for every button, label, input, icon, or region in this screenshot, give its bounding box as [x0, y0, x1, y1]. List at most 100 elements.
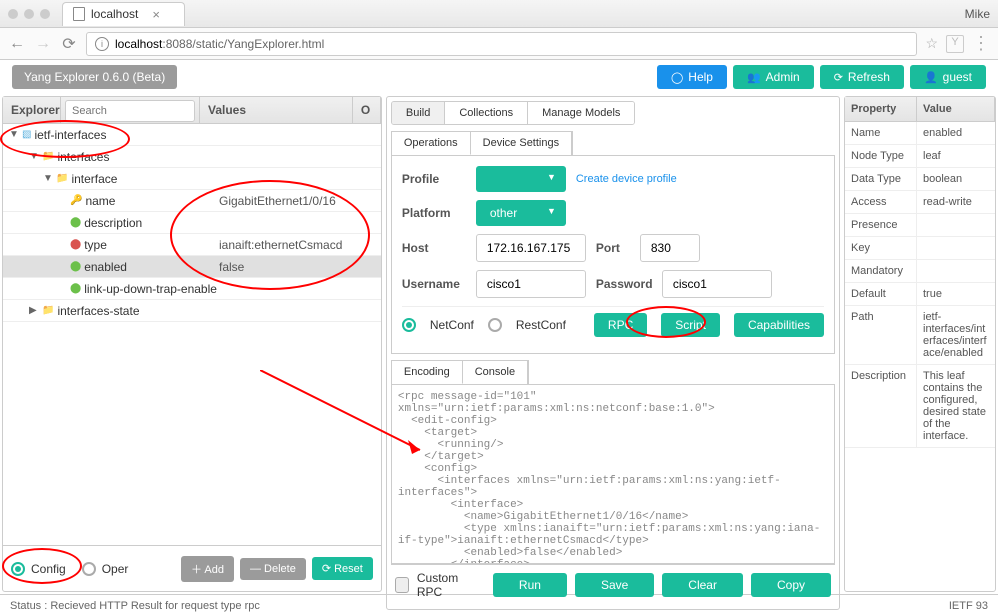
port-input[interactable]: [640, 234, 700, 262]
explorer-panel: Explorer Values O ▼▧ietf-interfaces▼📁int…: [2, 96, 382, 592]
capabilities-button[interactable]: Capabilities: [734, 313, 824, 337]
tree-item-label: name: [85, 194, 115, 208]
forward-button[interactable]: →: [34, 35, 52, 53]
platform-label: Platform: [402, 206, 466, 220]
tree-item-label: description: [84, 216, 142, 230]
rpc-button[interactable]: RPC: [594, 313, 647, 337]
restconf-label: RestConf: [516, 318, 566, 332]
property-key: Mandatory: [845, 260, 917, 282]
restconf-radio[interactable]: [488, 318, 502, 332]
property-row: DescriptionThis leaf contains the config…: [845, 365, 995, 448]
delete-button[interactable]: — Delete: [240, 558, 306, 580]
admin-icon: 👥: [747, 71, 761, 84]
leaf-icon: ⬤: [70, 261, 81, 272]
tree-item-label: interfaces: [57, 150, 109, 164]
app-title: Yang Explorer 0.6.0 (Beta): [12, 65, 177, 89]
subtab-encoding[interactable]: Encoding: [392, 361, 463, 384]
tree-row[interactable]: 🔑nameGigabitEthernet1/0/16: [3, 190, 381, 212]
property-row: Accessread-write: [845, 191, 995, 214]
copy-button[interactable]: Copy: [751, 573, 831, 597]
ext-icon[interactable]: Y: [946, 35, 964, 53]
run-button[interactable]: Run: [493, 573, 567, 597]
property-value: true: [917, 283, 995, 305]
script-button[interactable]: Script: [661, 313, 720, 337]
username-input[interactable]: [476, 270, 586, 298]
user-label: Mike: [965, 7, 990, 21]
property-header: Property Value: [845, 97, 995, 122]
property-value: read-write: [917, 191, 995, 213]
username-label: Username: [402, 277, 466, 291]
tree-item-label: enabled: [84, 260, 127, 274]
add-button[interactable]: ＋ Add: [181, 556, 234, 582]
max-dot[interactable]: [40, 9, 50, 19]
tree-row[interactable]: ▼📁interfaces: [3, 146, 381, 168]
password-input[interactable]: [662, 270, 772, 298]
tree-row[interactable]: ▼📁interface: [3, 168, 381, 190]
back-button[interactable]: ←: [8, 35, 26, 53]
tab-manage-models[interactable]: Manage Models: [528, 102, 634, 124]
explorer-title: Explorer: [3, 97, 61, 123]
password-label: Password: [596, 277, 652, 291]
host-input[interactable]: [476, 234, 586, 262]
reset-button[interactable]: ⟳ Reset: [312, 557, 373, 580]
property-row: Presence: [845, 214, 995, 237]
tree-row[interactable]: ⬤typeianaift:ethernetCsmacd: [3, 234, 381, 256]
property-value: This leaf contains the configured, desir…: [917, 365, 995, 447]
tree-row[interactable]: ▼▧ietf-interfaces: [3, 124, 381, 146]
guest-button[interactable]: 👤guest: [910, 65, 986, 89]
value-col: Value: [917, 97, 995, 121]
property-key: Access: [845, 191, 917, 213]
url-input[interactable]: i localhost:8088/static/YangExplorer.htm…: [86, 32, 917, 56]
browser-tab[interactable]: localhost ×: [62, 2, 185, 26]
tab-title: localhost: [91, 7, 138, 21]
netconf-label: NetConf: [430, 318, 474, 332]
profile-label: Profile: [402, 172, 466, 186]
user-icon: 👤: [924, 71, 938, 84]
config-radio[interactable]: [11, 562, 25, 576]
property-row: Nameenabled: [845, 122, 995, 145]
property-value: ietf-interfaces/interfaces/interface/ena…: [917, 306, 995, 364]
admin-button[interactable]: 👥Admin: [733, 65, 814, 89]
rpc-code[interactable]: <rpc message-id="101" xmlns="urn:ietf:pa…: [391, 384, 835, 564]
subtab-device-settings[interactable]: Device Settings: [471, 132, 572, 155]
tab-collections[interactable]: Collections: [445, 102, 528, 124]
save-button[interactable]: Save: [575, 573, 654, 597]
subtab-operations[interactable]: Operations: [392, 132, 471, 155]
custom-rpc-check[interactable]: [395, 577, 409, 593]
module-icon: ▧: [22, 129, 31, 140]
search-input[interactable]: [65, 100, 195, 122]
reload-button[interactable]: ⟳: [60, 35, 78, 53]
oper-radio[interactable]: [82, 562, 96, 576]
subtab-console[interactable]: Console: [463, 361, 528, 384]
status-text: Status : Recieved HTTP Result for reques…: [10, 600, 260, 612]
help-button[interactable]: ◯Help: [657, 65, 727, 89]
property-value: [917, 214, 995, 236]
clear-button[interactable]: Clear: [662, 573, 743, 597]
oper-label: Oper: [102, 562, 129, 576]
tree-row[interactable]: ⬤link-up-down-trap-enable: [3, 278, 381, 300]
tab-build[interactable]: Build: [392, 102, 445, 124]
tree-row[interactable]: ⬤enabledfalse: [3, 256, 381, 278]
close-dot[interactable]: [8, 9, 18, 19]
device-form: Profile Create device profile Platform o…: [391, 155, 835, 354]
refresh-button[interactable]: ⟳Refresh: [820, 65, 904, 89]
min-dot[interactable]: [24, 9, 34, 19]
info-icon[interactable]: i: [95, 37, 109, 51]
tree-row[interactable]: ▶📁interfaces-state: [3, 300, 381, 322]
create-profile-link[interactable]: Create device profile: [576, 173, 677, 185]
menu-icon[interactable]: ⋮: [972, 33, 990, 54]
browser-tab-bar: localhost × Mike: [0, 0, 998, 28]
bookmark-icon[interactable]: ☆: [925, 35, 938, 52]
tree-item-label: interfaces-state: [57, 304, 139, 318]
address-bar: ← → ⟳ i localhost:8088/static/YangExplor…: [0, 28, 998, 60]
top-tabs: Build Collections Manage Models: [391, 101, 636, 125]
op-col-header: O: [353, 97, 381, 123]
property-row: Defaulttrue: [845, 283, 995, 306]
close-icon[interactable]: ×: [152, 7, 160, 22]
tree-row[interactable]: ⬤description: [3, 212, 381, 234]
profile-select[interactable]: [476, 166, 566, 192]
rpc-footer: Custom RPC Run Save Clear Copy: [391, 564, 835, 605]
platform-select[interactable]: other: [476, 200, 566, 226]
netconf-radio[interactable]: [402, 318, 416, 332]
property-row: Key: [845, 237, 995, 260]
